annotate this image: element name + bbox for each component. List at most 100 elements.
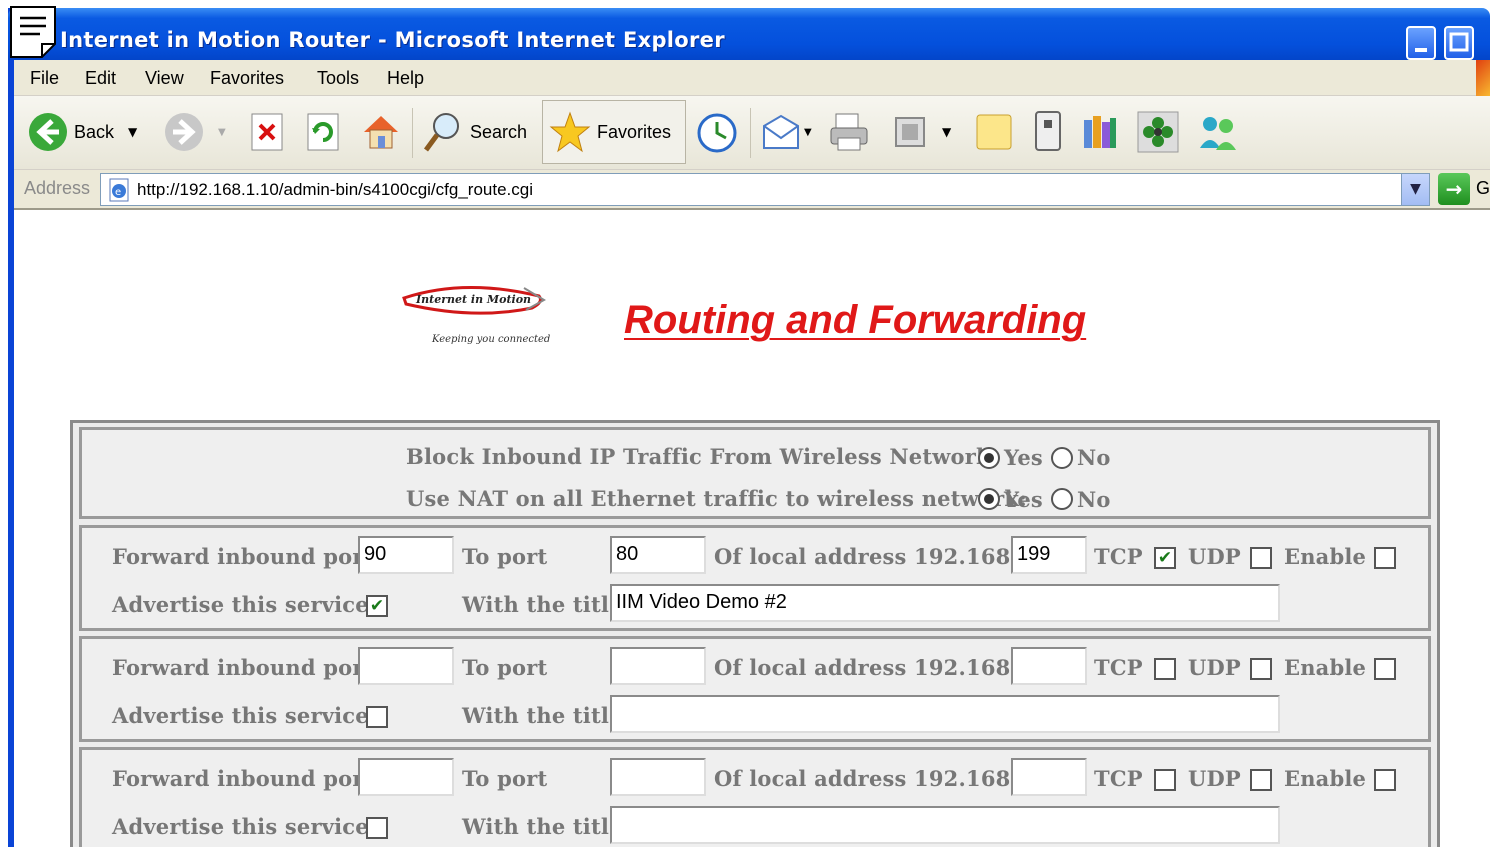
menu-edit[interactable]: Edit [85,68,116,89]
history-button[interactable] [696,112,738,154]
logo-text: Internet in Motion [415,293,531,306]
menu-bar: File Edit View Favorites Tools Help [14,60,1490,96]
search-label: Search [470,121,528,142]
messenger-button[interactable] [1032,110,1066,154]
windows-logo-icon [1476,60,1490,96]
tcp-checkbox[interactable] [1154,658,1176,680]
edit-dropdown-icon[interactable]: ▼ [942,125,951,139]
inbound-port-input[interactable]: 90 [358,536,454,574]
go-arrow-icon[interactable]: → [1438,173,1470,205]
search-icon [423,113,459,152]
to-port-input[interactable]: 80 [610,536,706,574]
research-button[interactable] [1080,112,1120,152]
address-url: http://192.168.1.10/admin-bin/s4100cgi/c… [137,180,533,199]
refresh-button[interactable] [306,112,340,152]
block-no-label: No [1077,445,1111,470]
routing-form: Block Inbound IP Traffic From Wireless N… [70,420,1440,847]
home-button[interactable] [360,110,402,152]
enable-checkbox[interactable] [1374,769,1396,791]
title-bar[interactable]: Internet in Motion Router - Microsoft In… [8,8,1490,60]
minimize-button[interactable] [1406,26,1436,60]
block-no-radio[interactable] [1051,447,1073,469]
go-label[interactable]: Go [1476,178,1490,199]
edit-button[interactable]: ▼ [892,114,951,150]
global-settings-panel: Block Inbound IP Traffic From Wireless N… [79,427,1431,519]
to-port-label: To port [462,544,548,569]
udp-checkbox[interactable] [1250,547,1272,569]
menu-tools[interactable]: Tools [317,68,359,89]
service-title-input[interactable] [610,806,1280,844]
nat-yes-radio[interactable] [978,488,1000,510]
advertise-checkbox[interactable] [366,706,388,728]
back-label: Back [74,121,115,142]
menu-favorites[interactable]: Favorites [210,68,284,89]
toolbar: Back ▼ ▼ Search Favorites ▼ ▼ [14,96,1490,170]
mail-dropdown-icon[interactable]: ▼ [804,127,812,138]
forward-inbound-port-label: Forward inbound port [112,655,374,680]
home-icon [364,116,398,149]
udp-label: UDP [1188,766,1241,791]
search-button[interactable]: Search [422,110,527,154]
local-address-input[interactable] [1011,758,1087,796]
device-icon [1035,111,1061,151]
flower-button[interactable] [1136,110,1180,154]
advertise-label: Advertise this service [112,814,369,839]
forward-inbound-port-label: Forward inbound port [112,766,374,791]
favorites-button[interactable]: Favorites [542,100,686,164]
local-address-input[interactable] [1011,647,1087,685]
edit-icon [895,117,925,147]
block-yes-radio[interactable] [978,447,1000,469]
nat-no-label: No [1077,487,1111,512]
forward-dropdown-icon: ▼ [218,126,226,138]
stop-icon [251,113,283,151]
advertise-checkbox[interactable]: ✔ [366,595,388,617]
service-title-input[interactable] [610,695,1280,733]
refresh-icon [307,113,339,151]
enable-checkbox[interactable] [1374,547,1396,569]
enable-label: Enable [1284,766,1367,791]
iim-logo: Internet in Motion Keeping you connected [402,286,550,345]
stop-button[interactable] [250,112,284,152]
tcp-checkbox[interactable]: ✔ [1154,547,1176,569]
enable-label: Enable [1284,655,1367,680]
block-inbound-label: Block Inbound IP Traffic From Wireless N… [406,444,999,469]
enable-checkbox[interactable] [1374,658,1396,680]
udp-checkbox[interactable] [1250,769,1272,791]
mail-button[interactable]: ▼ [760,112,812,152]
minimize-icon [1415,48,1427,52]
history-icon [697,113,737,153]
toolbar-separator [412,108,413,158]
discuss-button[interactable] [974,112,1014,152]
udp-checkbox[interactable] [1250,658,1272,680]
address-input[interactable]: e http://192.168.1.10/admin-bin/s4100cgi… [100,173,1430,206]
to-port-input[interactable] [610,758,706,796]
back-button[interactable]: Back ▼ [28,112,137,152]
service-title-input[interactable]: IIM Video Demo #2 [610,584,1280,622]
enable-label: Enable [1284,544,1367,569]
page-title: Routing and Forwarding [624,298,1087,342]
back-dropdown-icon[interactable]: ▼ [128,125,137,139]
udp-label: UDP [1188,655,1241,680]
tcp-label: TCP [1094,544,1143,569]
print-button[interactable] [828,112,870,152]
advertise-checkbox[interactable] [366,817,388,839]
menu-view[interactable]: View [145,68,184,89]
local-address-label: Of local address 192.168.1. [714,655,1041,680]
back-arrow-icon [29,113,67,151]
contacts-button[interactable] [1196,112,1240,152]
inbound-port-input[interactable] [358,758,454,796]
local-address-label: Of local address 192.168.1. [714,766,1041,791]
forward-button[interactable]: ▼ [164,112,226,152]
nat-no-radio[interactable] [1051,488,1073,510]
address-label: Address [24,178,91,198]
maximize-button[interactable] [1444,26,1474,60]
advertise-label: Advertise this service [112,592,369,617]
address-dropdown-icon[interactable]: ▼ [1401,174,1429,205]
menu-file[interactable]: File [30,68,59,89]
local-address-input[interactable]: 199 [1011,536,1087,574]
to-port-input[interactable] [610,647,706,685]
with-title-label: With the title [462,592,623,617]
tcp-checkbox[interactable] [1154,769,1176,791]
menu-help[interactable]: Help [387,68,424,89]
inbound-port-input[interactable] [358,647,454,685]
